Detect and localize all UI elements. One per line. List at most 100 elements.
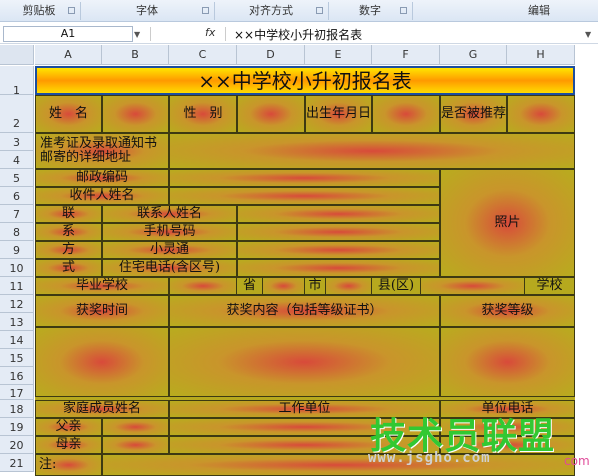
column-header-b[interactable]: B xyxy=(102,45,169,65)
row-header-9[interactable]: 9 xyxy=(0,241,34,259)
row-header-17[interactable]: 17 xyxy=(0,385,34,400)
watermark-url: www.jsgho.com xyxy=(368,450,491,466)
postcode-input-cell[interactable] xyxy=(169,169,440,187)
gender-input-cell[interactable] xyxy=(237,95,305,133)
school-label-cell: 学校 xyxy=(525,277,575,295)
recommend-input-cell[interactable] xyxy=(507,95,575,133)
city-label-cell: 市 xyxy=(305,277,325,295)
ribbon-group-font[interactable]: 字体 xyxy=(82,0,212,22)
xiaolingtong-label-cell[interactable]: 小灵通 xyxy=(102,241,237,259)
row-header-1[interactable]: 1 xyxy=(0,66,34,97)
phone-label-cell[interactable]: 手机号码 xyxy=(102,223,237,241)
ribbon-group-editing[interactable]: 编辑 xyxy=(414,0,594,22)
name-box[interactable]: A1 xyxy=(3,26,133,42)
father-label-cell[interactable]: 父亲 xyxy=(35,418,102,436)
font-group-label: 字体 xyxy=(136,4,158,17)
home-phone-label-cell[interactable]: 住宅电话(含区号) xyxy=(102,259,237,277)
ribbon-group-clipboard[interactable]: 剪贴板 xyxy=(0,0,78,22)
name-input-cell[interactable] xyxy=(102,95,169,133)
address-input-cell[interactable] xyxy=(169,133,575,169)
recipient-input-cell[interactable] xyxy=(169,187,440,205)
gender-label-cell[interactable]: 性 别 xyxy=(169,95,237,133)
city-input-cell[interactable] xyxy=(262,277,305,295)
note-label-cell[interactable]: 注: xyxy=(35,454,102,476)
row-header-21[interactable]: 21 xyxy=(0,454,34,472)
form-title-cell[interactable]: ××中学校小升初报名表 xyxy=(35,66,575,95)
editing-group-label: 编辑 xyxy=(528,4,550,17)
contact-char-3: 方 xyxy=(35,241,102,259)
award-content-label-cell[interactable]: 获奖内容（包括等级证书） xyxy=(169,295,440,327)
award-content-input-cell[interactable] xyxy=(169,327,440,397)
dialog-launcher-icon[interactable] xyxy=(202,7,209,14)
photo-cell[interactable]: 照片 xyxy=(440,169,575,277)
row-header-6[interactable]: 6 xyxy=(0,187,34,205)
contact-name-input-cell[interactable] xyxy=(237,205,440,223)
name-label-cell[interactable]: 姓 名 xyxy=(35,95,102,133)
province-label-cell: 省 xyxy=(237,277,262,295)
dialog-launcher-icon[interactable] xyxy=(400,7,407,14)
expand-formula-bar-icon[interactable]: ▼ xyxy=(585,30,591,39)
row-header-18[interactable]: 18 xyxy=(0,400,34,418)
address-label-cell[interactable]: 准考证及录取通知书邮寄的详细地址 xyxy=(35,133,169,169)
chevron-down-icon[interactable]: ▼ xyxy=(134,30,140,39)
award-time-input-cell[interactable] xyxy=(35,327,169,397)
row-header-13[interactable]: 13 xyxy=(0,313,34,331)
column-header-h[interactable]: H xyxy=(507,45,575,65)
birth-label-cell[interactable]: 出生年月日 xyxy=(305,95,372,133)
father-name-cell[interactable] xyxy=(102,418,169,436)
column-header-d[interactable]: D xyxy=(237,45,305,65)
row-header-19[interactable]: 19 xyxy=(0,418,34,436)
ribbon-group-alignment[interactable]: 对齐方式 xyxy=(216,0,326,22)
clipboard-group-label: 剪贴板 xyxy=(22,4,56,17)
row-header-7[interactable]: 7 xyxy=(0,205,34,223)
insert-function-icon[interactable]: fx xyxy=(205,26,215,39)
row-header-10[interactable]: 10 xyxy=(0,259,34,277)
select-all-corner[interactable] xyxy=(0,45,34,65)
award-level-label-cell[interactable]: 获奖等级 xyxy=(440,295,575,327)
dialog-launcher-icon[interactable] xyxy=(316,7,323,14)
birth-input-cell[interactable] xyxy=(372,95,440,133)
phone-input-cell[interactable] xyxy=(237,223,440,241)
contact-name-label-cell[interactable]: 联系人姓名 xyxy=(102,205,237,223)
school-input-cell[interactable] xyxy=(420,277,525,295)
mother-name-cell[interactable] xyxy=(102,436,169,454)
row-header-14[interactable]: 14 xyxy=(0,331,34,349)
grad-school-label-cell[interactable]: 毕业学校 xyxy=(35,277,169,295)
row-header-4[interactable]: 4 xyxy=(0,151,34,169)
column-header-a[interactable]: A xyxy=(35,45,102,65)
row-header-8[interactable]: 8 xyxy=(0,223,34,241)
recipient-label-cell[interactable]: 收件人姓名 xyxy=(35,187,169,205)
row-header-3[interactable]: 3 xyxy=(0,133,34,151)
watermark-suffix: com xyxy=(564,454,590,468)
row-header-2[interactable]: 2 xyxy=(0,95,34,133)
ribbon-group-number[interactable]: 数字 xyxy=(330,0,410,22)
dialog-launcher-icon[interactable] xyxy=(68,7,75,14)
county-label-cell: 县(区) xyxy=(372,277,420,295)
award-time-label-cell[interactable]: 获奖时间 xyxy=(35,295,169,327)
row-header-5[interactable]: 5 xyxy=(0,169,34,187)
formula-separator xyxy=(225,27,226,41)
formula-separator xyxy=(150,27,151,41)
column-header-e[interactable]: E xyxy=(305,45,372,65)
county-input-cell[interactable] xyxy=(325,277,372,295)
contact-char-1: 联 xyxy=(35,205,102,223)
column-header-g[interactable]: G xyxy=(440,45,507,65)
family-name-label-cell[interactable]: 家庭成员姓名 xyxy=(35,400,169,418)
award-level-input-cell[interactable] xyxy=(440,327,575,397)
column-header-c[interactable]: C xyxy=(169,45,237,65)
mother-label-cell[interactable]: 母亲 xyxy=(35,436,102,454)
postcode-label-cell[interactable]: 邮政编码 xyxy=(35,169,169,187)
row-header-15[interactable]: 15 xyxy=(0,349,34,367)
ribbon-separator xyxy=(80,2,81,20)
province-input-cell[interactable] xyxy=(169,277,237,295)
formula-input[interactable]: ××中学校小升初报名表 xyxy=(234,26,362,43)
row-header-12[interactable]: 12 xyxy=(0,295,34,313)
recommend-label-cell[interactable]: 是否被推荐 xyxy=(440,95,507,133)
formula-bar: A1 ▼ fx ××中学校小升初报名表 ▼ xyxy=(0,24,598,44)
column-header-f[interactable]: F xyxy=(372,45,440,65)
row-header-16[interactable]: 16 xyxy=(0,367,34,385)
row-header-11[interactable]: 11 xyxy=(0,277,34,295)
home-phone-input-cell[interactable] xyxy=(237,259,440,277)
row-header-20[interactable]: 20 xyxy=(0,436,34,454)
xiaolingtong-input-cell[interactable] xyxy=(237,241,440,259)
